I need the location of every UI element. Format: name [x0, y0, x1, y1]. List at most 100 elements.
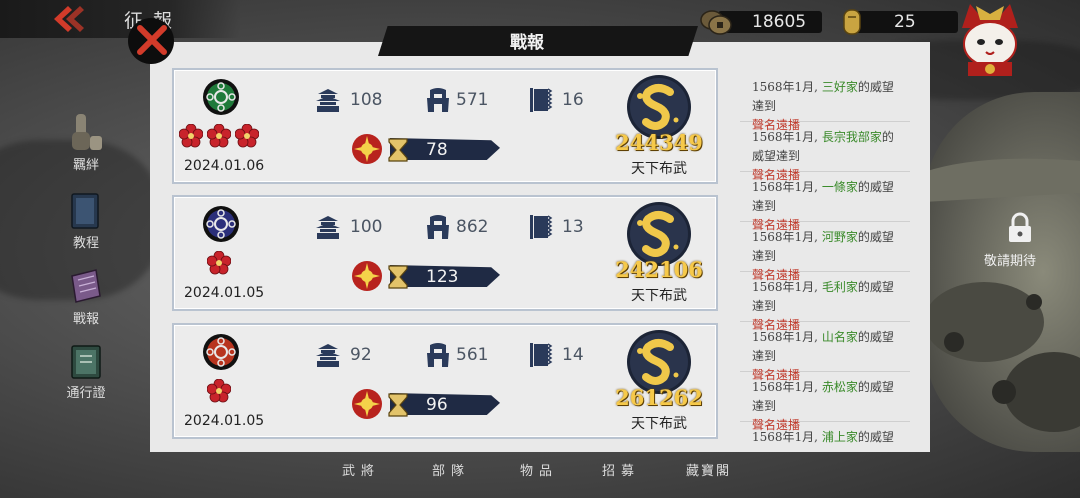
coming-soon-label: 敬請期待	[984, 254, 1037, 269]
hourglass-icon	[388, 265, 408, 289]
clan-crest-icon	[203, 334, 239, 370]
rank-value: 96	[426, 395, 448, 415]
scroll-icon	[71, 269, 101, 303]
rank-banner: 78	[350, 132, 500, 166]
sunburst-rank-icon	[352, 134, 382, 164]
nav-item-items[interactable]: 物品	[520, 460, 558, 479]
banner-count: 14	[562, 345, 584, 365]
rank-value: 123	[426, 267, 459, 287]
report-card[interactable]: 2024.01.05 92 561 14 96 261262 天下布武	[172, 323, 718, 439]
report-date: 2024.01.06	[184, 158, 265, 174]
side-menu-label: 通行證	[66, 386, 106, 401]
report-card[interactable]: 2024.01.06 108 571 16 78 244349 天下布武	[172, 68, 718, 184]
nav-item-recruit[interactable]: 招募	[602, 460, 640, 479]
score-value: 242106	[615, 257, 703, 282]
helmet-icon	[427, 343, 449, 367]
log-entry: 1568年1月, 赤松家的威望達到 聲名遠播	[740, 372, 910, 432]
gold-ingot-value: 25	[894, 12, 916, 32]
score-value: 244349	[615, 130, 703, 155]
log-entry: 1568年1月, 浦上家的威望達到	[740, 422, 910, 444]
log-date: 1568年1月,	[752, 330, 822, 344]
log-clan: 赤松家	[821, 380, 858, 394]
report-date: 2024.01.05	[184, 285, 265, 301]
pass-icon	[71, 345, 101, 379]
report-card[interactable]: 2024.01.05 100 862 13 123 242106 天下布武	[172, 195, 718, 311]
sunburst-rank-icon	[352, 389, 382, 419]
log-clan: 一條家	[821, 180, 858, 194]
copper-coin-value: 18605	[752, 12, 807, 32]
close-icon	[137, 25, 167, 55]
gold-ingot-counter: 25	[836, 9, 958, 35]
report-date: 2024.01.05	[184, 413, 265, 429]
helmet-icon	[427, 215, 449, 239]
lucky-cat-avatar-icon	[962, 4, 1018, 76]
log-date: 1568年1月,	[752, 280, 822, 294]
hourglass-icon	[388, 138, 408, 162]
rating-flowers	[207, 379, 231, 403]
banner-count: 13	[562, 217, 584, 237]
rank-value: 78	[426, 140, 448, 160]
player-avatar[interactable]	[956, 0, 1024, 78]
side-menu-label: 戰報	[72, 312, 99, 327]
rank-banner: 123	[350, 259, 500, 293]
result-label: 天下布武	[631, 161, 687, 177]
sakura-icon	[235, 124, 259, 148]
rank-banner: 96	[350, 387, 500, 421]
nav-item-troops[interactable]: 部隊	[432, 460, 470, 479]
dialog-title: 戰報	[510, 33, 544, 53]
helmet-count: 862	[456, 217, 489, 237]
lock-icon	[1009, 212, 1031, 242]
copper-coin-counter: 18605	[700, 10, 822, 35]
sakura-icon	[207, 124, 231, 148]
log-date: 1568年1月,	[752, 230, 822, 244]
castle-icon	[316, 216, 340, 239]
close-button[interactable]	[128, 18, 174, 64]
sake-icon	[72, 114, 102, 150]
log-clan: 長宗我部家	[821, 130, 882, 144]
log-clan: 三好家	[821, 80, 858, 94]
log-date: 1568年1月,	[752, 80, 822, 94]
clan-crest-icon	[203, 79, 239, 115]
log-clan: 河野家	[821, 230, 858, 244]
castle-count: 100	[350, 217, 383, 237]
rating-flowers	[179, 124, 259, 148]
hourglass-icon	[388, 393, 408, 417]
log-clan: 浦上家	[821, 430, 858, 444]
side-menu-label: 教程	[72, 236, 99, 251]
castle-count: 108	[350, 90, 383, 110]
back-button[interactable]	[52, 4, 86, 34]
banner-icon	[530, 343, 553, 367]
helmet-count: 561	[456, 345, 489, 365]
nav-item-treasure[interactable]: 藏寶閣	[686, 460, 731, 479]
side-menu-tutorial[interactable]: 教程	[60, 190, 112, 262]
log-date: 1568年1月,	[752, 130, 822, 144]
top-left-brush	[0, 0, 240, 38]
log-entry: 1568年1月, 河野家的威望達到 聲名遠播	[740, 222, 910, 282]
side-menu-battle-report[interactable]: 戰報	[60, 266, 112, 338]
copper-coin-icon	[700, 10, 732, 35]
sunburst-rank-icon	[352, 261, 382, 291]
clan-crest-icon	[203, 206, 239, 242]
locked-feature-panel[interactable]: 敬請期待	[924, 92, 1080, 452]
helmet-icon	[427, 88, 449, 112]
log-date: 1568年1月,	[752, 430, 822, 444]
result-label: 天下布武	[631, 416, 687, 432]
battlefield-scene	[924, 158, 1080, 432]
side-menu-pass[interactable]: 通行證	[60, 340, 112, 412]
log-date: 1568年1月,	[752, 180, 822, 194]
castle-icon	[316, 89, 340, 112]
back-arrow-icon	[54, 6, 84, 32]
log-entry: 1568年1月, 三好家的威望達到 聲名遠播	[740, 72, 910, 132]
banner-icon	[530, 88, 553, 112]
rating-flowers	[207, 251, 231, 275]
nav-item-generals[interactable]: 武將	[342, 460, 380, 479]
gold-ingot-icon	[843, 9, 861, 35]
result-label: 天下布武	[631, 288, 687, 304]
side-menu-bonds[interactable]: 羈絆	[60, 112, 112, 184]
log-entry: 1568年1月, 一條家的威望達到 聲名遠播	[740, 172, 910, 232]
banner-icon	[530, 215, 553, 239]
log-entry: 1568年1月, 長宗我部家的威望達到 聲名遠播	[740, 122, 910, 182]
book-icon	[71, 193, 99, 229]
score-value: 261262	[615, 385, 703, 410]
event-log-list[interactable]: 1568年1月, 三好家的威望達到 聲名遠播 1568年1月, 長宗我部家的威望達到…	[740, 72, 910, 444]
